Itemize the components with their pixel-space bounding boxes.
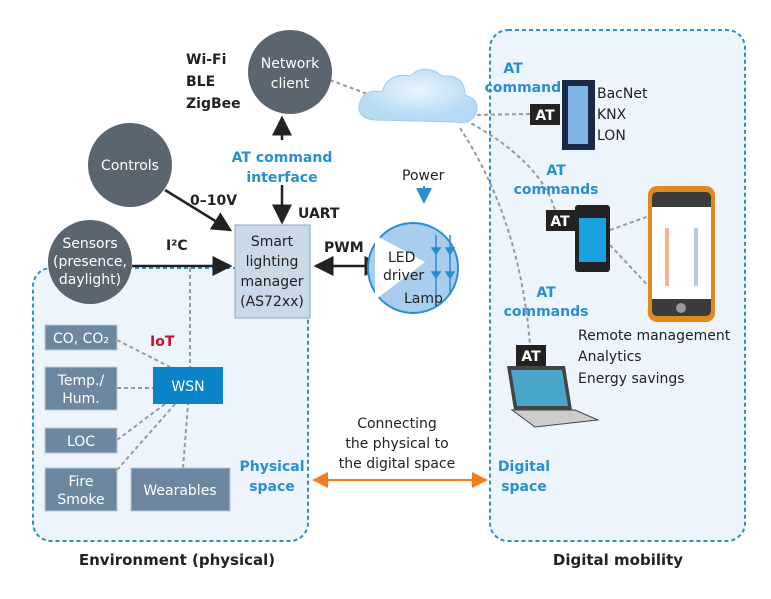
at-commands-label: AT xyxy=(503,61,523,77)
at-badge-label: AT xyxy=(521,349,541,365)
cloud-icon xyxy=(358,68,478,124)
temp-label: Temp./ xyxy=(57,373,105,389)
digital-region-title: Digital mobility xyxy=(553,551,683,569)
at-commands-label: commands xyxy=(504,304,589,320)
at-badge-label: AT xyxy=(535,108,555,124)
iot-label: IoT xyxy=(150,334,175,350)
uart-label: UART xyxy=(298,206,340,222)
protocol-knx: KNX xyxy=(597,107,627,123)
manager-label: manager xyxy=(241,274,304,290)
connecting-text: Connecting xyxy=(357,416,437,432)
connecting-text: the physical to xyxy=(345,436,448,452)
protocol-lon: LON xyxy=(597,128,626,144)
physical-region-title: Environment (physical) xyxy=(79,551,275,569)
at-interface-label: AT command xyxy=(232,150,333,166)
sensors-label: Sensors xyxy=(62,236,117,252)
fire-label: Fire xyxy=(69,474,94,490)
protocol-list: Wi-Fi BLE ZigBee xyxy=(186,52,241,112)
manager-label: Smart xyxy=(251,234,294,250)
protocol-ble: BLE xyxy=(186,74,215,90)
feature-energy-savings: Energy savings xyxy=(578,371,685,387)
connecting-text: the digital space xyxy=(339,456,455,472)
sensors-label: (presence, xyxy=(53,254,127,270)
at-commands-label: commands xyxy=(485,80,570,96)
i2c-label: I²C xyxy=(166,238,188,254)
fire-label: Smoke xyxy=(57,492,104,508)
sensors-label: daylight) xyxy=(59,272,121,288)
protocol-zigbee: ZigBee xyxy=(186,96,241,112)
feature-analytics: Analytics xyxy=(578,349,642,365)
network-client-label: Network xyxy=(261,56,320,72)
at-badge-label: AT xyxy=(550,214,570,230)
controls-label: Controls xyxy=(101,158,159,174)
feature-remote-management: Remote management xyxy=(578,328,731,344)
wsn-label: WSN xyxy=(171,379,204,395)
physical-space-label: Physical xyxy=(239,459,304,475)
protocol-wifi: Wi-Fi xyxy=(186,52,226,68)
protocol-bacnet: BacNet xyxy=(597,86,648,102)
at-commands-label: AT xyxy=(536,285,556,301)
temp-label: Hum. xyxy=(62,391,100,407)
manager-label: lighting xyxy=(246,254,299,270)
led-driver-label: LED xyxy=(388,250,415,266)
led-driver-label: driver xyxy=(383,268,424,284)
power-label: Power xyxy=(402,168,445,184)
network-client-label: client xyxy=(271,76,310,92)
analog-label: 0–10V xyxy=(190,193,237,209)
diagram: Network client Wi-Fi BLE ZigBee Controls… xyxy=(0,0,771,599)
digital-space-label: Digital xyxy=(498,459,550,475)
at-commands-label: AT xyxy=(546,163,566,179)
network-client-node xyxy=(248,30,332,114)
wearables-label: Wearables xyxy=(143,483,216,499)
lamp-label: Lamp xyxy=(404,291,443,307)
pwm-label: PWM xyxy=(324,240,364,256)
at-interface-label: interface xyxy=(246,170,317,186)
at-commands-label: commands xyxy=(514,182,599,198)
manager-label: (AS72xx) xyxy=(240,294,304,310)
co-label: CO, CO₂ xyxy=(53,331,109,347)
physical-space-label: space xyxy=(249,479,295,495)
digital-space-label: space xyxy=(501,479,547,495)
loc-label: LOC xyxy=(67,434,95,450)
